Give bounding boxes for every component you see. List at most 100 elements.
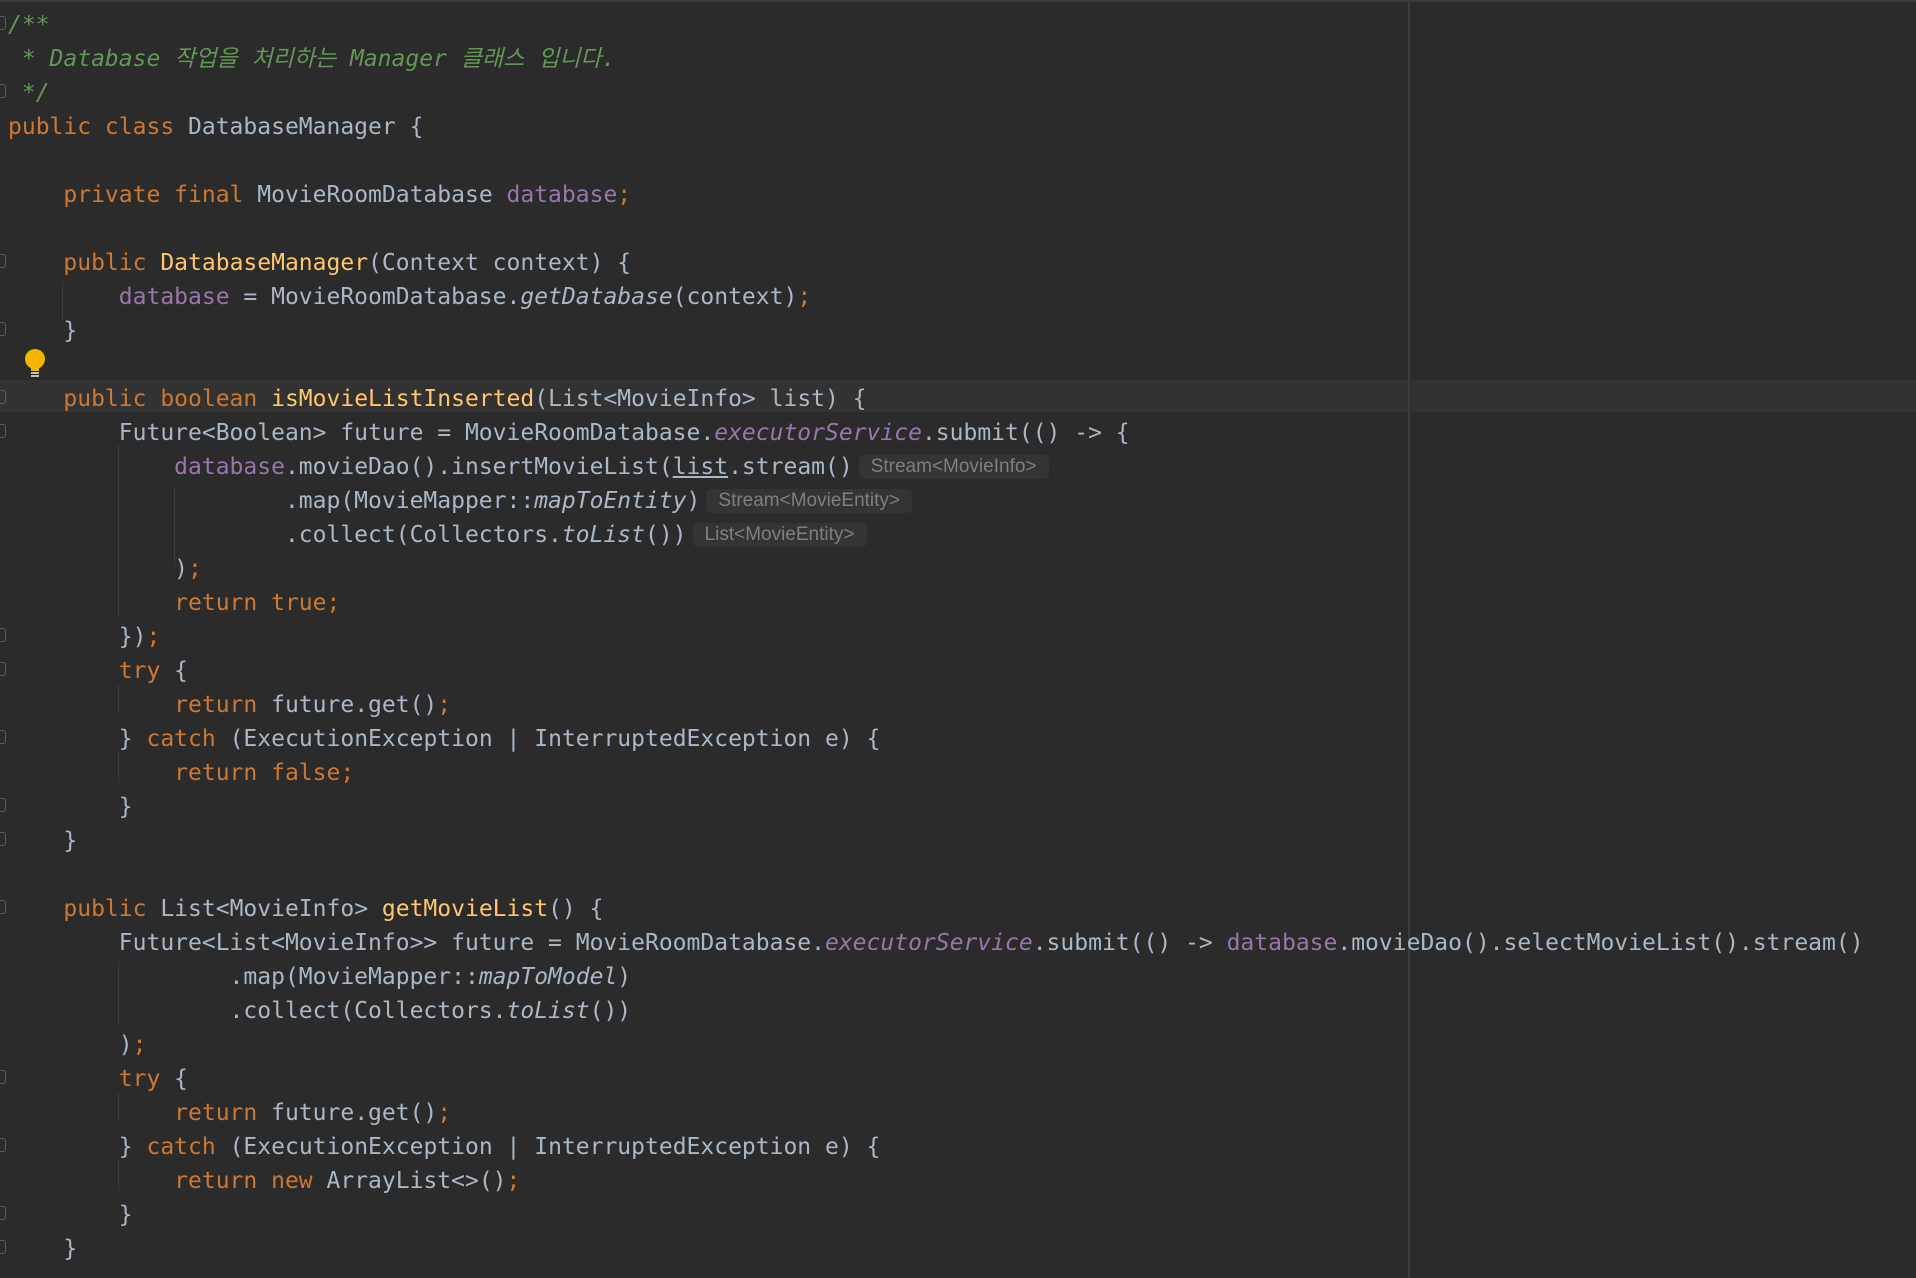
code-token: private final: [63, 182, 258, 208]
code-line[interactable]: } catch (ExecutionException | Interrupte…: [8, 722, 881, 756]
fold-marker-icon[interactable]: [0, 322, 6, 336]
code-token: return true;: [174, 590, 341, 616]
fold-marker-icon[interactable]: [0, 1240, 6, 1254]
code-line[interactable]: try {: [8, 654, 188, 688]
fold-marker-icon[interactable]: [0, 730, 6, 744]
code-token: mapToModel: [478, 964, 618, 990]
code-line[interactable]: private final MovieRoomDatabase database…: [8, 178, 631, 212]
code-token: mapToEntity: [534, 488, 687, 514]
fold-marker-icon[interactable]: [0, 1138, 6, 1152]
code-line[interactable]: .collect(Collectors.toList()): [8, 994, 632, 1028]
code-line[interactable]: );: [8, 1028, 147, 1062]
code-token: catch: [146, 726, 230, 752]
code-token: }): [8, 624, 147, 650]
code-token: (ExecutionException | InterruptedExcepti…: [229, 726, 881, 752]
code-token: getMovieList: [381, 896, 549, 922]
code-line[interactable]: public DatabaseManager(Context context) …: [8, 246, 631, 280]
editor-top-border: [0, 0, 1916, 2]
code-token: DatabaseManager {: [188, 114, 424, 140]
code-token: database: [174, 454, 285, 480]
code-line[interactable]: database.movieDao().insertMovieList(list…: [8, 450, 1049, 484]
code-token: return: [174, 1100, 272, 1126]
fold-marker-icon[interactable]: [0, 1070, 6, 1084]
code-line[interactable]: }: [8, 790, 133, 824]
code-line[interactable]: );: [8, 552, 202, 586]
code-line[interactable]: * Database 작업을 처리하는 Manager 클래스 입니다.: [8, 42, 616, 76]
code-token: ()): [589, 998, 632, 1024]
code-token: }: [8, 828, 78, 854]
code-line[interactable]: */: [8, 76, 50, 110]
code-line[interactable]: return new ArrayList<>();: [8, 1164, 520, 1198]
code-line[interactable]: } catch (ExecutionException | Interrupte…: [8, 1130, 881, 1164]
code-token: executorService: [714, 420, 922, 446]
code-token: ): [8, 1032, 133, 1058]
code-line[interactable]: /**: [8, 8, 50, 42]
code-token: (ExecutionException | InterruptedExcepti…: [229, 1134, 881, 1160]
fold-marker-icon[interactable]: [0, 16, 6, 30]
code-line[interactable]: }: [8, 1232, 77, 1266]
fold-marker-icon[interactable]: [0, 832, 6, 846]
fold-marker-icon[interactable]: [0, 628, 6, 642]
code-token: Future<List<MovieInfo>> future = MovieRo…: [8, 930, 825, 956]
code-line[interactable]: return future.get();: [8, 1096, 451, 1130]
code-token: try: [118, 1066, 175, 1092]
code-line[interactable]: Future<Boolean> future = MovieRoomDataba…: [8, 416, 1130, 450]
code-line[interactable]: .map(MovieMapper::mapToEntity) Stream<Mov…: [8, 484, 913, 518]
code-editor[interactable]: /** * Database 작업을 처리하는 Manager 클래스 입니다.…: [0, 0, 1916, 1278]
code-token: executorService: [824, 930, 1033, 956]
lightbulb-icon[interactable]: [24, 348, 46, 380]
code-token: ()): [644, 522, 687, 548]
code-token: .movieDao().insertMovieList(: [284, 454, 673, 480]
fold-marker-icon[interactable]: [0, 390, 6, 404]
code-line[interactable]: });: [8, 620, 161, 654]
code-line[interactable]: database = MovieRoomDatabase.getDatabase…: [8, 280, 811, 314]
code-token: ;: [437, 1100, 452, 1126]
code-token: (Context context) {: [368, 250, 632, 276]
inlay-type-hint: List<MovieEntity>: [692, 523, 867, 547]
code-token: list: [672, 454, 729, 480]
code-token: Future<Boolean> future = MovieRoomDataba…: [8, 420, 715, 446]
fold-marker-icon[interactable]: [0, 254, 6, 268]
code-token: (List<MovieInfo> list) {: [534, 386, 867, 412]
code-line[interactable]: public class DatabaseManager {: [8, 110, 423, 144]
code-line[interactable]: try {: [8, 1062, 188, 1096]
code-line[interactable]: return false;: [8, 756, 354, 790]
code-line[interactable]: }: [8, 824, 77, 858]
fold-marker-icon[interactable]: [0, 798, 6, 812]
code-line[interactable]: }: [8, 314, 77, 348]
code-line[interactable]: Future<List<MovieInfo>> future = MovieRo…: [8, 926, 1864, 960]
code-line[interactable]: return true;: [8, 586, 340, 620]
code-line[interactable]: return future.get();: [8, 688, 451, 722]
code-token: return false;: [174, 760, 355, 786]
code-token: database: [1226, 930, 1338, 956]
code-line[interactable]: .map(MovieMapper::mapToModel): [8, 960, 632, 994]
code-token: = MovieRoomDatabase.: [229, 284, 521, 310]
code-line[interactable]: public boolean isMovieListInserted(List<…: [8, 382, 867, 416]
code-token: }: [8, 1202, 133, 1228]
code-token: }: [8, 1134, 147, 1160]
code-token: .map(MovieMapper::: [8, 964, 479, 990]
code-token: public: [63, 896, 161, 922]
fold-marker-icon[interactable]: [0, 900, 6, 914]
code-token: database: [506, 182, 618, 208]
fold-marker-icon[interactable]: [0, 662, 6, 676]
code-token: ;: [797, 284, 812, 310]
code-token: getDatabase: [520, 284, 673, 310]
fold-marker-icon[interactable]: [0, 84, 6, 98]
code-line[interactable]: .collect(Collectors.toList()) List<MovieE…: [8, 518, 867, 552]
code-line[interactable]: public List<MovieInfo> getMovieList() {: [8, 892, 603, 926]
code-token: ): [8, 556, 189, 582]
fold-marker-icon[interactable]: [0, 1206, 6, 1220]
code-token: MovieRoomDatabase: [257, 182, 507, 208]
code-token: DatabaseManager: [160, 250, 369, 276]
fold-marker-icon[interactable]: [0, 424, 6, 438]
code-token: ;: [617, 182, 632, 208]
code-line[interactable]: }: [8, 1198, 133, 1232]
